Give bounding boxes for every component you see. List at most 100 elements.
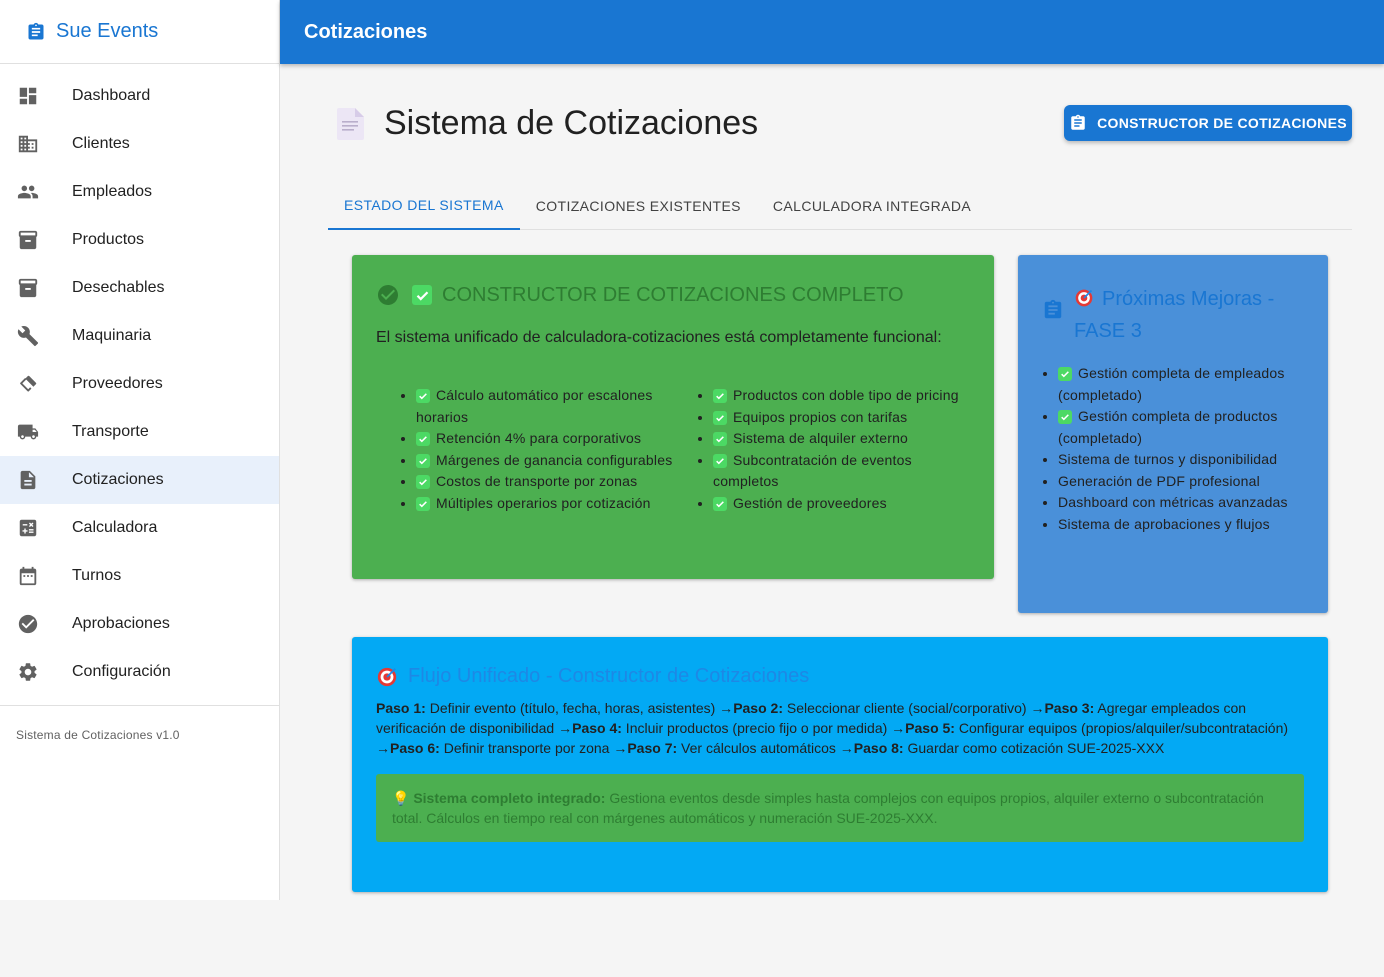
improvement-text: Dashboard con métricas avanzadas — [1058, 494, 1288, 510]
sidebar-item-label: Desechables — [72, 279, 165, 296]
quote-builder-button[interactable]: CONSTRUCTOR DE COTIZACIONES — [1064, 105, 1352, 141]
checkbox-icon — [1058, 367, 1072, 382]
step-text: Seleccionar cliente (social/corporativo)… — [783, 700, 1045, 716]
checkbox-icon — [416, 389, 430, 404]
sidebar-item-turnos[interactable]: Turnos — [0, 552, 279, 600]
improvement-text: Gestión completa de empleados (completad… — [1058, 365, 1285, 403]
checkbox-icon — [713, 432, 727, 447]
flow-card-header: Flujo Unificado - Constructor de Cotizac… — [376, 665, 1304, 688]
step-label: Paso 3: — [1044, 700, 1095, 716]
sidebar-item-aprobaciones[interactable]: Aprobaciones — [0, 600, 279, 648]
version-label: Sistema de Cotizaciones v1.0 — [16, 728, 180, 742]
list-item: Sistema de aprobaciones y flujos — [1058, 514, 1304, 536]
sidebar-item-productos[interactable]: Productos — [0, 216, 279, 264]
flow-steps: Paso 1: Definir evento (título, fecha, h… — [376, 698, 1304, 758]
sidebar-item-label: Clientes — [72, 135, 130, 152]
step-text: Incluir productos (precio fijo o por med… — [621, 720, 906, 736]
feature-list-left: Cálculo automático por escalones horario… — [376, 385, 673, 514]
sidebar-item-label: Cotizaciones — [72, 471, 164, 488]
improvement-text: Gestión completa de productos (completad… — [1058, 408, 1278, 446]
calculator-icon — [16, 516, 40, 540]
checkbox-icon — [412, 285, 432, 305]
tabs: ESTADO DEL SISTEMA COTIZACIONES EXISTENT… — [328, 182, 1352, 230]
step-label: Paso 4: — [572, 720, 622, 736]
status-card-title: CONSTRUCTOR DE COTIZACIONES COMPLETO — [442, 283, 904, 306]
sidebar-item-desechables[interactable]: Desechables — [0, 264, 279, 312]
step-text: Definir evento (título, fecha, horas, as… — [425, 700, 734, 716]
step-label: Paso 1: — [376, 700, 426, 716]
sidebar-item-clientes[interactable]: Clientes — [0, 120, 279, 168]
list-item: Gestión completa de productos (completad… — [1058, 406, 1304, 449]
checkbox-icon — [416, 453, 430, 468]
archive-icon — [16, 276, 40, 300]
brand[interactable]: Sue Events — [0, 0, 279, 64]
sidebar-item-cotizaciones[interactable]: Cotizaciones — [0, 456, 279, 504]
list-item: Cálculo automático por escalones horario… — [416, 385, 673, 428]
feature-list-right: Productos con doble tipo de pricing Equi… — [673, 385, 970, 514]
step-text: Ver cálculos automáticos → — [677, 740, 854, 756]
list-item: Sistema de turnos y disponibilidad — [1058, 449, 1304, 471]
step-text: Definir transporte por zona → — [439, 740, 628, 756]
calendar-icon — [16, 564, 40, 588]
list-item: Dashboard con métricas avanzadas — [1058, 492, 1304, 514]
truck-icon — [16, 420, 40, 444]
list-item: Márgenes de ganancia configurables — [416, 450, 673, 472]
building-icon — [16, 132, 40, 156]
system-status-card: CONSTRUCTOR DE COTIZACIONES COMPLETO El … — [352, 255, 994, 579]
sidebar-item-dashboard[interactable]: Dashboard — [0, 72, 279, 120]
checkbox-icon — [416, 432, 430, 447]
sidebar-item-transporte[interactable]: Transporte — [0, 408, 279, 456]
improvements-list: Gestión completa de empleados (completad… — [1018, 363, 1304, 535]
feature-text: Costos de transporte por zonas — [436, 473, 638, 489]
check-circle-icon — [16, 612, 40, 636]
target-icon — [376, 666, 398, 688]
topbar-title: Cotizaciones — [304, 20, 428, 43]
feature-text: Cálculo automático por escalones horario… — [416, 387, 653, 425]
feature-text: Equipos propios con tarifas — [733, 408, 908, 425]
page-title: Sistema de Cotizaciones — [384, 104, 759, 142]
status-card-header: CONSTRUCTOR DE COTIZACIONES COMPLETO — [376, 283, 970, 307]
document-icon — [16, 468, 40, 492]
improvement-text: Generación de PDF profesional — [1058, 472, 1260, 489]
sidebar-item-empleados[interactable]: Empleados — [0, 168, 279, 216]
lightbulb-icon: 💡 — [392, 790, 414, 806]
sidebar-item-label: Maquinaria — [72, 327, 152, 344]
feature-columns: Cálculo automático por escalones horario… — [376, 385, 970, 514]
list-item: Productos con doble tipo de pricing — [713, 385, 970, 407]
checkbox-icon — [713, 496, 727, 511]
list-item: Gestión de proveedores — [713, 493, 970, 515]
sidebar-item-label: Transporte — [72, 423, 149, 440]
sidebar-item-label: Empleados — [72, 183, 153, 200]
dashboard-icon — [16, 84, 40, 108]
step-label: Paso 2: — [733, 700, 783, 716]
tab-calculadora-integrada[interactable]: CALCULADORA INTEGRADA — [757, 182, 987, 230]
sidebar-item-configuracion[interactable]: Configuración — [0, 648, 279, 696]
target-icon — [1074, 288, 1094, 308]
clipboard-icon — [1042, 299, 1064, 321]
sidebar-item-maquinaria[interactable]: Maquinaria — [0, 312, 279, 360]
sidebar-item-proveedores[interactable]: Proveedores — [0, 360, 279, 408]
improvement-text: Sistema de turnos y disponibilidad — [1058, 451, 1278, 467]
list-item: Subcontratación de eventos completos — [713, 450, 970, 493]
main-content: Sistema de Cotizaciones CONSTRUCTOR DE C… — [280, 64, 1384, 977]
tab-estado-del-sistema[interactable]: ESTADO DEL SISTEMA — [328, 182, 520, 230]
tab-cotizaciones-existentes[interactable]: COTIZACIONES EXISTENTES — [520, 182, 757, 230]
list-item: Costos de transporte por zonas — [416, 471, 673, 493]
brand-name: Sue Events — [56, 20, 159, 42]
check-circle-icon — [376, 283, 400, 307]
next-card-header: Próximas Mejoras - FASE 3 — [1042, 283, 1304, 347]
handshake-icon — [16, 372, 40, 396]
checkbox-icon — [416, 475, 430, 490]
step-label: Paso 6: — [390, 740, 440, 756]
next-improvements-card: Próximas Mejoras - FASE 3 Gestión comple… — [1018, 255, 1328, 613]
sidebar-item-label: Configuración — [72, 663, 171, 680]
list-item: Equipos propios con tarifas — [713, 407, 970, 429]
status-card-description: El sistema unificado de calculadora-coti… — [376, 329, 942, 346]
step-label: Paso 7: — [627, 740, 678, 756]
list-item: Retención 4% para corporativos — [416, 428, 673, 450]
feature-text: Múltiples operarios por cotización — [436, 494, 651, 511]
feature-text: Sistema de alquiler externo — [733, 430, 909, 446]
feature-text: Subcontratación de eventos completos — [713, 451, 912, 490]
sidebar-item-label: Aprobaciones — [72, 615, 170, 632]
sidebar-item-calculadora[interactable]: Calculadora — [0, 504, 279, 552]
